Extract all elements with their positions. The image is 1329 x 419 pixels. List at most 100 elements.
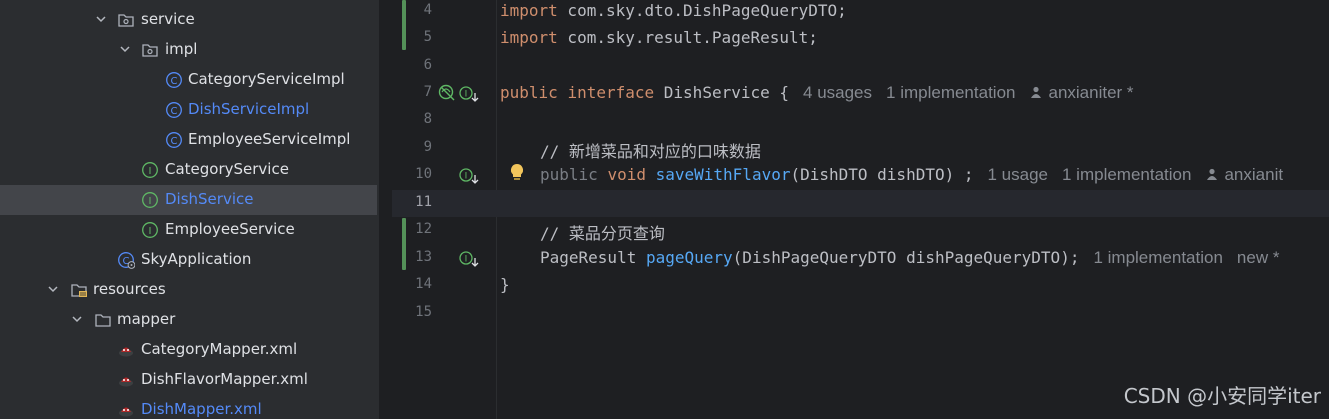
tree-item-label: service (141, 10, 195, 28)
tree-item-employeeserviceimpl[interactable]: C EmployeeServiceImpl (0, 125, 379, 155)
code-text: public interface DishService {4 usages 1 … (500, 83, 1134, 103)
keyword: public (500, 83, 558, 102)
implementations-hint[interactable]: 1 implementation (1093, 248, 1222, 267)
svg-text:C: C (171, 76, 178, 87)
tree-item-dishserviceimpl[interactable]: C DishServiceImpl (0, 95, 379, 125)
implementations-hint[interactable]: 1 implementation (886, 83, 1015, 102)
author-name: anxianiter * (1048, 83, 1134, 102)
code-comment: // 新增菜品和对应的口味数据 (540, 142, 761, 161)
method-params: (DishPageQueryDTO dishPageQueryDTO); (732, 248, 1080, 267)
svg-text:C: C (171, 106, 178, 117)
mybatis-xml-icon (119, 407, 133, 417)
implemented-interface-icon[interactable]: I (459, 86, 481, 104)
return-type: PageResult (540, 248, 646, 267)
tree-item-label: DishMapper.xml (141, 400, 262, 418)
tree-item-dishflavormapper-xml[interactable]: DishFlavorMapper.xml (0, 365, 379, 395)
tree-item-categorymapper-xml[interactable]: CategoryMapper.xml (0, 335, 379, 365)
line-number: 6 (423, 57, 432, 73)
no-spring-icon[interactable] (438, 84, 456, 102)
tree-item-skyapplication[interactable]: C SkyApplication (0, 245, 379, 275)
tree-item-resources[interactable]: resources (0, 275, 379, 305)
code-editor[interactable]: 4 import com.sky.dto.DishPageQueryDTO; 5… (392, 0, 1329, 419)
chevron-down-icon[interactable] (119, 43, 131, 55)
tree-item-impl[interactable]: impl (0, 35, 379, 65)
author-hint[interactable]: anxianiter * (1029, 83, 1134, 102)
tree-item-dishservice[interactable]: I DishService (0, 185, 377, 215)
tree-item-service[interactable]: service (0, 5, 379, 35)
class-name: DishService (663, 83, 770, 102)
brace: { (769, 83, 790, 102)
svg-text:I: I (149, 196, 152, 207)
code-rest: com.sky.result.PageResult; (557, 28, 818, 47)
code-line[interactable]: 10 I public void saveWithFlavor(DishDTO … (392, 162, 1329, 189)
line-number: 10 (415, 166, 432, 182)
tree-item-categoryserviceimpl[interactable]: C CategoryServiceImpl (0, 65, 379, 95)
tree-item-label: resources (93, 280, 166, 298)
code-line[interactable]: 7 I public interface DishService {4 usag… (392, 80, 1329, 107)
code-line[interactable]: 5 import com.sky.result.PageResult; (392, 25, 1329, 52)
author-hint[interactable]: anxianit (1205, 165, 1283, 184)
code-line[interactable]: 12 // 菜品分页查询 (392, 217, 1329, 244)
code-line[interactable]: 13 I PageResult pageQuery(DishPageQueryD… (392, 245, 1329, 272)
tree-item-label: EmployeeService (165, 220, 295, 238)
line-number: 13 (415, 249, 432, 265)
method-name: saveWithFlavor (655, 165, 791, 184)
author-name: anxianit (1224, 165, 1284, 184)
package-icon (142, 44, 158, 57)
line-number: 11 (415, 194, 432, 210)
code-line[interactable]: 14 } (392, 272, 1329, 299)
modifier-redundant: public (540, 165, 608, 184)
resources-folder-icon (71, 284, 87, 297)
tree-item-employeeservice[interactable]: I EmployeeService (0, 215, 379, 245)
interface-icon: I (142, 192, 158, 208)
code-line[interactable]: 9 // 新增菜品和对应的口味数据 (392, 135, 1329, 162)
keyword: import (500, 1, 558, 20)
tree-item-label: CategoryService (165, 160, 289, 178)
code-rest: com.sky.dto.DishPageQueryDTO; (557, 1, 847, 20)
keyword: void (607, 165, 646, 184)
panel-splitter[interactable] (379, 0, 392, 419)
tree-item-label: DishFlavorMapper.xml (141, 370, 308, 388)
mybatis-xml-icon (119, 377, 133, 387)
line-number: 12 (415, 221, 432, 237)
chevron-down-icon[interactable] (71, 313, 83, 325)
keyword: interface (567, 83, 655, 102)
code-line[interactable]: 6 (392, 53, 1329, 80)
tree-item-categoryservice[interactable]: I CategoryService (0, 155, 379, 185)
implemented-method-icon[interactable]: I (459, 168, 481, 186)
lightbulb-icon[interactable] (509, 163, 525, 183)
line-number: 15 (415, 304, 432, 320)
code-text: import com.sky.dto.DishPageQueryDTO; (500, 1, 847, 20)
folder-icon (95, 314, 111, 327)
code-line[interactable]: 4 import com.sky.dto.DishPageQueryDTO; (392, 0, 1329, 25)
tree-item-label: CategoryServiceImpl (188, 70, 345, 88)
code-line[interactable]: 8 (392, 107, 1329, 134)
line-number: 9 (423, 139, 432, 155)
svg-text:I: I (465, 255, 468, 265)
mybatis-xml-icon (119, 347, 133, 357)
usages-hint[interactable]: 1 usage (988, 165, 1049, 184)
user-icon (1031, 86, 1042, 98)
tree-item-label: DishServiceImpl (188, 100, 310, 118)
implemented-method-icon[interactable]: I (459, 251, 481, 269)
tree-item-label: EmployeeServiceImpl (188, 130, 351, 148)
code-line[interactable]: 15 (392, 300, 1329, 327)
usages-hint[interactable]: 4 usages (803, 83, 872, 102)
chevron-down-icon[interactable] (47, 283, 59, 295)
svg-text:I: I (149, 226, 152, 237)
chevron-down-icon[interactable] (95, 13, 107, 25)
author-hint[interactable]: new * (1237, 248, 1280, 267)
tree-item-dishmapper-xml[interactable]: DishMapper.xml (0, 395, 379, 419)
tree-item-label: DishService (165, 190, 254, 208)
code-line-current[interactable]: 11 (392, 190, 1329, 217)
tree-item-label: mapper (117, 310, 176, 328)
code-comment: // 菜品分页查询 (540, 224, 665, 243)
line-number: 4 (423, 2, 432, 18)
tree-item-mapper[interactable]: mapper (0, 305, 379, 335)
package-icon (118, 14, 134, 27)
implementations-hint[interactable]: 1 implementation (1062, 165, 1191, 184)
code-text: public void saveWithFlavor(DishDTO dishD… (540, 165, 1283, 185)
tree-item-label: CategoryMapper.xml (141, 340, 298, 358)
svg-text:I: I (465, 172, 468, 182)
method-params: (DishDTO dishDTO) ; (790, 165, 974, 184)
